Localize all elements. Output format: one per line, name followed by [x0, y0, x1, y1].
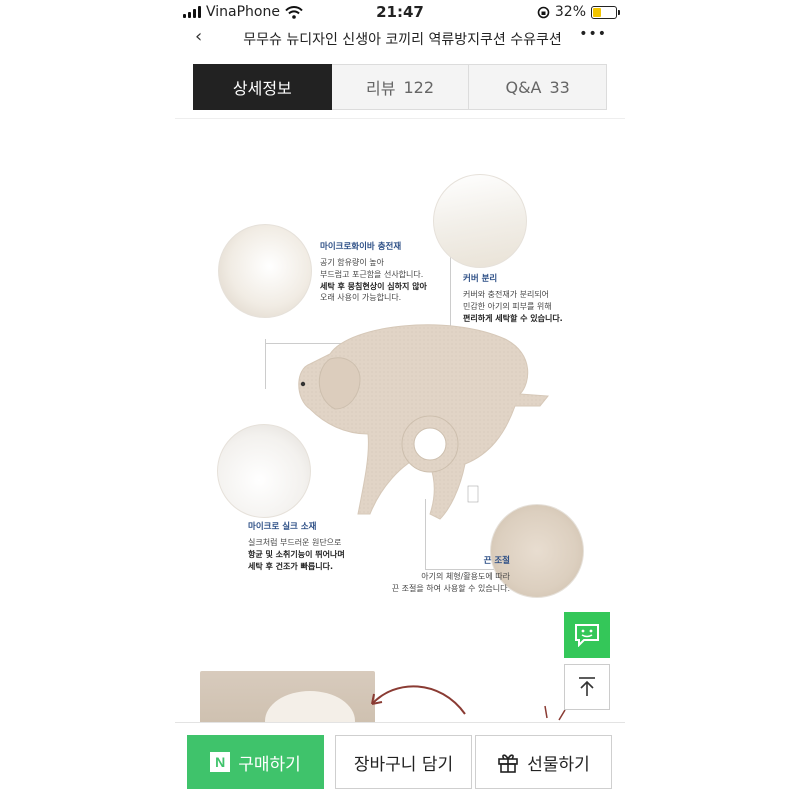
chat-button[interactable]	[564, 612, 610, 658]
caption-title: 커버 분리	[463, 274, 498, 284]
app-screen: VinaPhone 21:47 32% ‹ 무무슈 뉴디자인 신생아 코끼리 역…	[175, 0, 625, 800]
caption-title: 마이크로 실크 소재	[248, 522, 317, 532]
product-detail-image: 마이크로화이바 충전재 공기 함유량이 높아 부드럽고 포근함을 선사합니다. …	[175, 119, 625, 731]
buy-button[interactable]: N 구매하기	[187, 735, 324, 789]
bottom-action-bar: N 구매하기 장바구니 담기 선물하기	[175, 722, 625, 800]
status-right: 32%	[537, 4, 620, 20]
back-button[interactable]: ‹	[195, 26, 202, 47]
status-bar: VinaPhone 21:47 32%	[175, 0, 625, 26]
tab-detail-info[interactable]: 상세정보	[193, 64, 332, 110]
gift-button[interactable]: 선물하기	[475, 735, 612, 789]
tab-label: Q&A	[505, 77, 542, 97]
add-to-cart-button[interactable]: 장바구니 담기	[335, 735, 472, 789]
tab-qna[interactable]: Q&A 33	[469, 64, 608, 110]
caption-title: 마이크로화이바 충전재	[320, 242, 402, 252]
caption-line: 아기의 체형/활용도에 따라	[421, 572, 510, 582]
tab-reviews[interactable]: 리뷰 122	[331, 64, 470, 110]
buy-label: 구매하기	[238, 754, 301, 775]
more-icon: •••	[579, 26, 607, 42]
battery-icon	[591, 5, 620, 19]
leader-line	[265, 339, 266, 389]
microfiber-caption: 마이크로화이바 충전재 공기 함유량이 높아 부드럽고 포근함을 선사합니다. …	[320, 241, 460, 304]
gift-icon	[498, 754, 519, 773]
caption-line: 오래 사용이 가능합니다.	[320, 293, 402, 303]
caption-line: 부드럽고 포근함을 선사합니다.	[320, 269, 424, 279]
scroll-top-button[interactable]	[564, 664, 610, 710]
caption-line: 끈 조절을 하여 사용할 수 있습니다.	[391, 583, 510, 593]
page-title: 무무슈 뉴디자인 신생아 코끼리 역류방지쿠션 수유쿠션	[243, 32, 562, 48]
cart-label: 장바구니 담기	[353, 754, 454, 775]
caption-line: 민감한 아기의 피부를 위해	[463, 301, 552, 311]
tab-label: 리뷰	[366, 79, 396, 98]
caption-title: 끈 조절	[483, 556, 510, 566]
microfiber-photo	[218, 224, 312, 318]
battery-percent: 32%	[554, 4, 586, 20]
caption-line: 편리하게 세탁할 수 있습니다.	[463, 313, 563, 323]
curved-arrow-image	[371, 685, 466, 715]
chevron-left-icon: ‹	[195, 26, 203, 47]
caption-line: 세탁 후 뭉침현상이 심하지 않아	[320, 281, 427, 291]
nav-bar: ‹ 무무슈 뉴디자인 신생아 코끼리 역류방지쿠션 수유쿠션 •••	[175, 26, 625, 54]
orientation-lock-icon	[537, 6, 550, 18]
naver-pay-icon: N	[210, 752, 231, 772]
arrow-up-icon	[579, 677, 595, 696]
cover-caption: 커버 분리 커버와 충전재가 분리되어 민감한 아기의 피부를 위해 편리하게 …	[463, 273, 623, 324]
tab-label: 상세정보	[232, 79, 292, 98]
caption-line: 공기 함유량이 높아	[320, 258, 384, 268]
elephant-pillow-image	[298, 324, 549, 520]
more-button[interactable]: •••	[579, 26, 607, 42]
chat-icon	[575, 624, 599, 647]
gift-label: 선물하기	[527, 754, 590, 775]
silk-photo	[217, 424, 311, 518]
detail-tabs: 상세정보 리뷰 122 Q&A 33	[193, 64, 608, 110]
tab-count: 33	[549, 77, 570, 97]
caption-line: 커버와 충전재가 분리되어	[463, 290, 550, 300]
strap-caption: 끈 조절 아기의 체형/활용도에 따라 끈 조절을 하여 사용할 수 있습니다.	[370, 555, 510, 595]
tab-count: 122	[403, 77, 434, 97]
caption-line: 실크처럼 부드러운 원단으로	[248, 538, 342, 548]
